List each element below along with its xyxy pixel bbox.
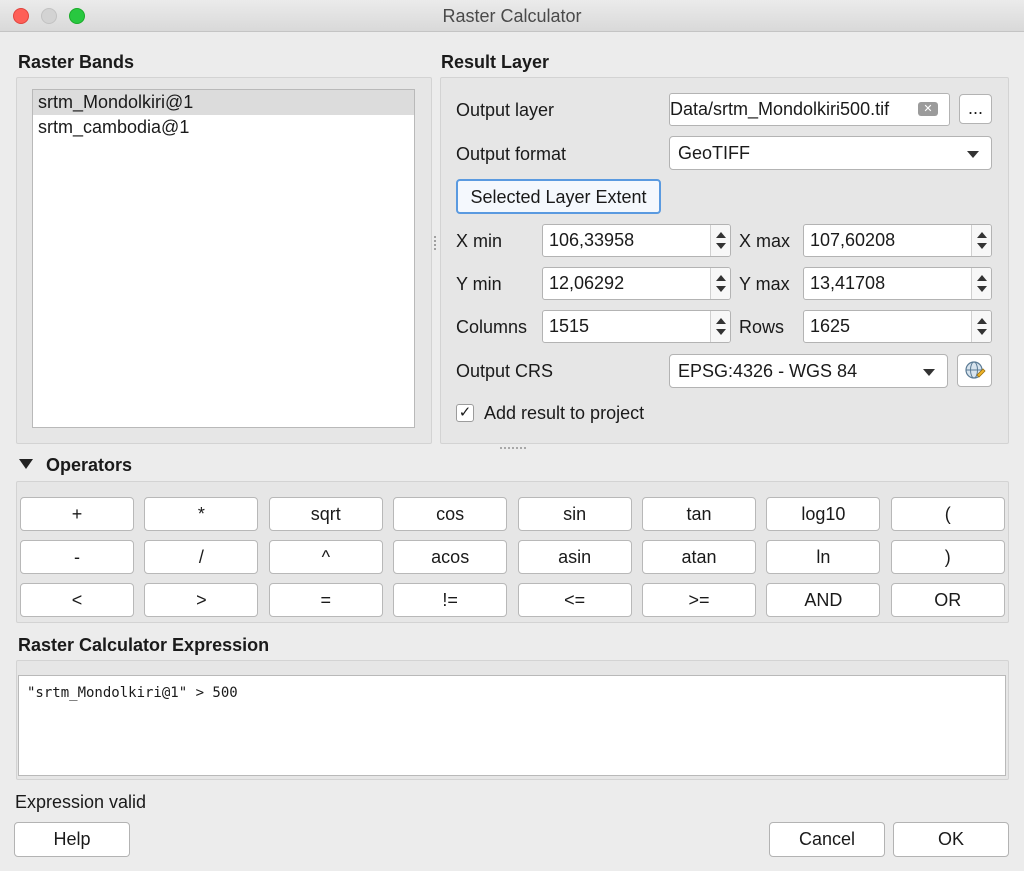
operator-button[interactable]: = xyxy=(268,583,383,617)
ymin-value: 12,06292 xyxy=(549,273,625,293)
expression-editor[interactable]: "srtm_Mondolkiri@1" > 500 xyxy=(18,675,1006,776)
xmin-field[interactable]: 106,33958 xyxy=(542,224,731,257)
operator-button[interactable]: ( xyxy=(890,497,1005,531)
xmin-value: 106,33958 xyxy=(549,230,635,250)
ymax-spinner-icon[interactable] xyxy=(971,268,991,299)
output-crs-label: Output CRS xyxy=(456,361,554,381)
operators-title[interactable]: Operators xyxy=(46,455,132,476)
rows-label: Rows xyxy=(739,317,785,337)
collapse-triangle-icon[interactable] xyxy=(19,459,33,469)
output-format-select[interactable]: GeoTIFF xyxy=(669,136,992,170)
ymin-field[interactable]: 12,06292 xyxy=(542,267,731,300)
columns-label: Columns xyxy=(456,317,528,337)
crs-selector-button[interactable] xyxy=(957,354,992,387)
expression-status: Expression valid xyxy=(15,792,147,812)
operator-button[interactable]: acos xyxy=(393,540,508,574)
rows-spinner-icon[interactable] xyxy=(971,311,991,342)
add-result-checkbox[interactable]: ✓ xyxy=(456,404,474,422)
output-crs-select[interactable]: EPSG:4326 - WGS 84 xyxy=(669,354,948,388)
globe-icon xyxy=(964,361,986,379)
operator-button[interactable]: < xyxy=(20,583,134,617)
raster-bands-list[interactable]: srtm_Mondolkiri@1 srtm_cambodia@1 xyxy=(32,89,415,428)
operator-button[interactable]: ) xyxy=(890,540,1005,574)
columns-value: 1515 xyxy=(549,316,590,336)
operator-button[interactable]: OR xyxy=(890,583,1005,617)
ymin-spinner-icon[interactable] xyxy=(710,268,730,299)
result-layer-title: Result Layer xyxy=(441,52,550,72)
ymax-label: Y max xyxy=(739,274,790,294)
operator-button[interactable]: + xyxy=(20,497,134,531)
operator-button[interactable]: sqrt xyxy=(268,497,383,531)
chevron-down-icon xyxy=(923,369,935,376)
operator-button[interactable]: asin xyxy=(517,540,632,574)
operator-button[interactable]: ln xyxy=(766,540,881,574)
add-result-label: Add result to project xyxy=(484,403,645,423)
window-title: Raster Calculator xyxy=(442,6,582,26)
xmin-label: X min xyxy=(456,231,503,251)
clear-field-icon[interactable]: ✕ xyxy=(918,102,938,116)
rows-field[interactable]: 1625 xyxy=(803,310,992,343)
xmin-spinner-icon[interactable] xyxy=(710,225,730,256)
ymin-label: Y min xyxy=(456,274,502,294)
help-button[interactable]: Help xyxy=(14,822,130,857)
operator-button[interactable]: tan xyxy=(642,497,756,531)
xmax-field[interactable]: 107,60208 xyxy=(803,224,992,257)
raster-band-item[interactable]: srtm_cambodia@1 xyxy=(33,115,414,140)
operator-button[interactable]: ^ xyxy=(268,540,383,574)
output-format-label: Output format xyxy=(456,144,567,164)
operator-button[interactable]: AND xyxy=(766,583,881,617)
operator-button[interactable]: >= xyxy=(642,583,756,617)
output-layer-value: Data/srtm_Mondolkiri500.tif xyxy=(670,99,890,119)
columns-spinner-icon[interactable] xyxy=(710,311,730,342)
vertical-splitter-handle[interactable] xyxy=(434,236,437,250)
browse-button[interactable]: ... xyxy=(959,94,992,124)
ymax-value: 13,41708 xyxy=(810,273,886,293)
output-format-value: GeoTIFF xyxy=(678,143,751,163)
output-crs-value: EPSG:4326 - WGS 84 xyxy=(678,361,858,381)
xmax-value: 107,60208 xyxy=(810,230,896,250)
expression-title: Raster Calculator Expression xyxy=(18,635,270,655)
operator-button[interactable]: atan xyxy=(642,540,756,574)
xmax-spinner-icon[interactable] xyxy=(971,225,991,256)
chevron-down-icon xyxy=(967,151,979,158)
result-layer-panel xyxy=(440,77,1009,444)
operator-button[interactable]: <= xyxy=(517,583,632,617)
horizontal-splitter-handle[interactable] xyxy=(500,447,526,449)
operator-button[interactable]: - xyxy=(20,540,134,574)
xmax-label: X max xyxy=(739,231,791,251)
operator-button[interactable]: != xyxy=(393,583,508,617)
raster-band-item[interactable]: srtm_Mondolkiri@1 xyxy=(33,90,414,115)
operator-button[interactable]: cos xyxy=(393,497,508,531)
ymax-field[interactable]: 13,41708 xyxy=(803,267,992,300)
operator-button[interactable]: > xyxy=(144,583,259,617)
ok-button[interactable]: OK xyxy=(893,822,1009,857)
operator-button[interactable]: * xyxy=(144,497,259,531)
title-bar: Raster Calculator xyxy=(0,0,1024,32)
cancel-button[interactable]: Cancel xyxy=(769,822,885,857)
operator-button[interactable]: sin xyxy=(517,497,632,531)
operator-button[interactable]: / xyxy=(144,540,259,574)
output-layer-field[interactable]: Data/srtm_Mondolkiri500.tif xyxy=(669,93,950,126)
output-layer-label: Output layer xyxy=(456,100,555,120)
selected-layer-extent-button[interactable]: Selected Layer Extent xyxy=(456,179,661,214)
operator-button[interactable]: log10 xyxy=(766,497,881,531)
rows-value: 1625 xyxy=(810,316,851,336)
columns-field[interactable]: 1515 xyxy=(542,310,731,343)
raster-bands-title: Raster Bands xyxy=(18,52,135,72)
